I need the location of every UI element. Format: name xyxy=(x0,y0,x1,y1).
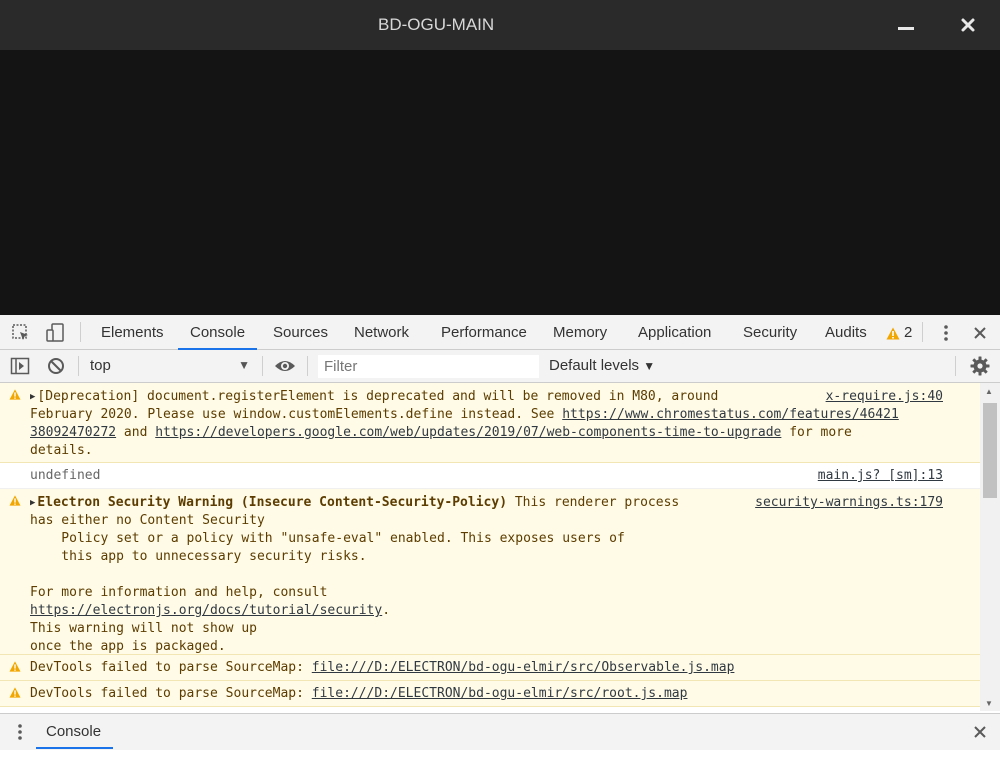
message-text: ▶ Electron Security Warning (Insecure Con… xyxy=(30,494,680,654)
console-toolbar: top ▼ Default levels ▼ xyxy=(0,350,1000,383)
drawer-bar: Console xyxy=(0,713,1000,750)
log-levels-label: Default levels xyxy=(549,357,640,374)
chevron-down-icon: ▼ xyxy=(643,359,656,373)
message-text: undefined xyxy=(30,468,101,483)
console-message-warning: DevTools failed to parse SourceMap: file… xyxy=(0,655,980,681)
toolbar-divider xyxy=(307,356,308,376)
minimize-button[interactable] xyxy=(892,14,920,40)
close-icon xyxy=(961,18,975,32)
warning-count: 2 xyxy=(904,324,913,341)
warning-icon xyxy=(9,687,21,698)
scroll-down-arrow-icon[interactable]: ▼ xyxy=(985,699,993,708)
tab-performance[interactable]: Performance xyxy=(441,315,527,349)
expand-arrow-icon[interactable]: ▶ xyxy=(30,388,35,406)
live-expression-eye-icon[interactable] xyxy=(274,356,296,376)
sourcemap-link[interactable]: file:///D:/ELECTRON/bd-ogu-elmir/src/Obs… xyxy=(312,660,735,675)
context-selector[interactable]: top ▼ xyxy=(90,357,256,374)
warning-icon xyxy=(9,389,21,400)
title-bar: BD-OGU-MAIN xyxy=(0,0,1000,50)
message-text: DevTools failed to parse SourceMap: file… xyxy=(30,686,688,701)
console-scrollbar[interactable]: ▲ ▼ xyxy=(980,383,1000,711)
warning-counter[interactable]: 2 xyxy=(886,315,912,349)
tab-audits[interactable]: Audits xyxy=(825,315,867,349)
inspect-element-icon[interactable] xyxy=(11,323,31,343)
close-window-button[interactable] xyxy=(954,12,982,40)
drawer-menu-icon[interactable] xyxy=(16,723,24,741)
tab-network[interactable]: Network xyxy=(354,315,409,349)
filter-input[interactable] xyxy=(318,355,539,378)
console-messages: ▶ [Deprecation] document.registerElement … xyxy=(0,383,980,711)
expand-arrow-icon[interactable]: ▶ xyxy=(30,494,35,512)
chromestatus-link[interactable]: https://www.chromestatus.com/features/46… xyxy=(562,407,899,422)
source-link[interactable]: x-require.js:40 xyxy=(826,388,943,406)
tab-security[interactable]: Security xyxy=(743,315,797,349)
toolbar-divider xyxy=(922,322,923,342)
tab-application[interactable]: Application xyxy=(638,315,711,349)
app-content xyxy=(0,50,1000,315)
devtools-tab-bar: Elements Console Sources Network Perform… xyxy=(0,315,1000,350)
tab-memory[interactable]: Memory xyxy=(553,315,607,349)
chromestatus-link-cont[interactable]: 38092470272 xyxy=(30,425,116,440)
context-value: top xyxy=(90,357,111,374)
console-message-log: undefined main.js? [sm]:13 xyxy=(0,463,980,489)
chevron-down-icon: ▼ xyxy=(238,358,250,372)
minimize-icon xyxy=(898,27,914,30)
message-text: ▶ [Deprecation] document.registerElement … xyxy=(30,388,899,458)
tab-console[interactable]: Console xyxy=(177,315,258,350)
webcomponents-link[interactable]: https://developers.google.com/web/update… xyxy=(155,425,781,440)
warning-icon xyxy=(9,661,21,672)
console-message-warning: ▶ [Deprecation] document.registerElement … xyxy=(0,383,980,463)
device-toolbar-icon[interactable] xyxy=(45,323,65,343)
toolbar-divider xyxy=(262,356,263,376)
tab-sources[interactable]: Sources xyxy=(273,315,328,349)
warning-icon xyxy=(886,327,900,340)
toolbar-divider xyxy=(78,356,79,376)
drawer-tab-console[interactable]: Console xyxy=(35,714,114,749)
close-drawer-icon[interactable] xyxy=(972,724,988,740)
electron-security-link[interactable]: https://electronjs.org/docs/tutorial/sec… xyxy=(30,603,382,618)
source-link[interactable]: main.js? [sm]:13 xyxy=(818,467,943,485)
console-message-warning: ▶ Electron Security Warning (Insecure Con… xyxy=(0,489,980,655)
warning-icon xyxy=(9,495,21,506)
source-link[interactable]: security-warnings.ts:179 xyxy=(755,494,943,512)
console-message-warning: DevTools failed to parse SourceMap: file… xyxy=(0,681,980,707)
clear-console-icon[interactable] xyxy=(46,356,66,376)
devtools-panel: Elements Console Sources Network Perform… xyxy=(0,315,1000,758)
settings-gear-icon[interactable] xyxy=(970,356,990,376)
toolbar-divider xyxy=(80,322,81,342)
toolbar-divider xyxy=(955,356,956,376)
sourcemap-link[interactable]: file:///D:/ELECTRON/bd-ogu-elmir/src/roo… xyxy=(312,686,688,701)
tab-elements[interactable]: Elements xyxy=(101,315,164,349)
more-options-icon[interactable] xyxy=(936,323,956,343)
window-title: BD-OGU-MAIN xyxy=(378,15,495,34)
show-sidebar-icon[interactable] xyxy=(10,356,30,376)
scrollbar-thumb[interactable] xyxy=(983,403,997,498)
message-text: DevTools failed to parse SourceMap: file… xyxy=(30,660,735,675)
close-devtools-icon[interactable] xyxy=(970,323,990,343)
scroll-up-arrow-icon[interactable]: ▲ xyxy=(985,387,993,396)
log-levels-dropdown[interactable]: Default levels ▼ xyxy=(549,357,655,374)
